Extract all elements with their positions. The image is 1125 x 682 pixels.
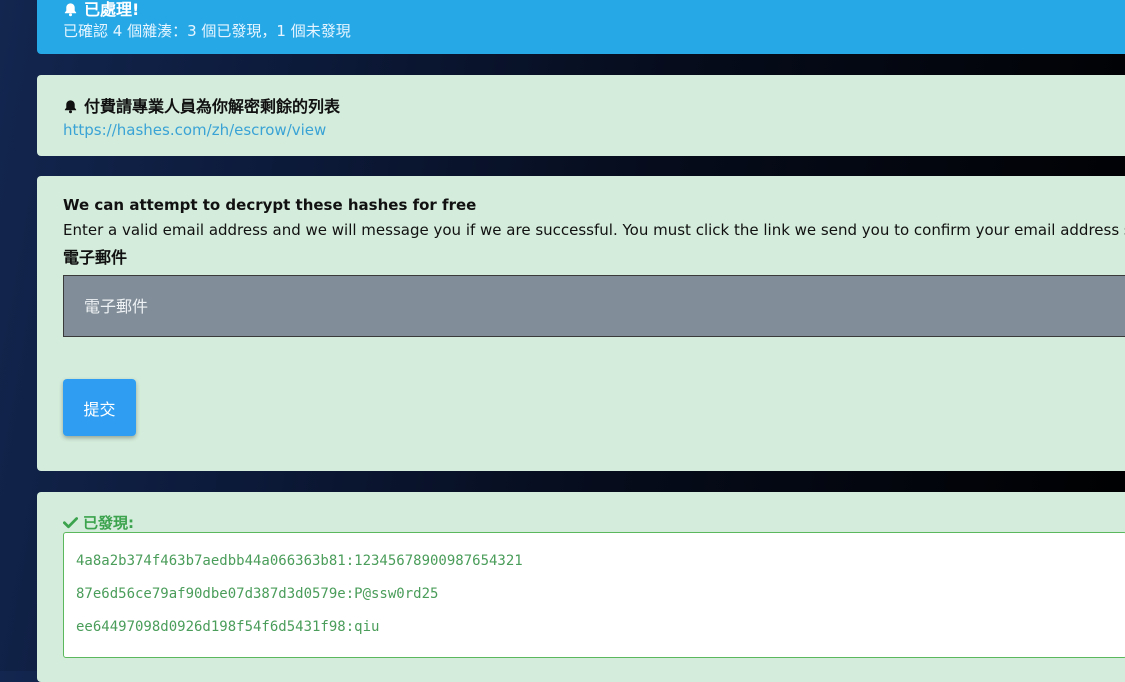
free-decrypt-heading: We can attempt to decrypt these hashes f… — [63, 196, 477, 214]
processed-alert-title: 已處理! — [63, 0, 139, 20]
found-result-row: 4a8a2b374f463b7aedbb44a066363b81:1234567… — [76, 553, 523, 569]
check-icon — [63, 516, 78, 529]
found-panel: 已發現: 4a8a2b374f463b7aedbb44a066363b81:12… — [37, 492, 1125, 682]
email-label: 電子郵件 — [63, 248, 128, 267]
escrow-link[interactable]: https://hashes.com/zh/escrow/view — [63, 121, 326, 139]
free-decrypt-form: We can attempt to decrypt these hashes f… — [37, 176, 1125, 471]
processed-alert-title-text: 已處理! — [84, 0, 140, 19]
escrow-title-text: 付費請專業人員為你解密剩餘的列表 — [84, 97, 341, 116]
escrow-panel: 付費請專業人員為你解密剩餘的列表 https://hashes.com/zh/e… — [37, 75, 1125, 156]
found-title-text: 已發現: — [83, 514, 134, 532]
bell-icon — [63, 2, 78, 17]
found-result-row: ee64497098d0926d198f54f6d5431f98:qiu — [76, 619, 380, 635]
found-results-box[interactable]: 4a8a2b374f463b7aedbb44a066363b81:1234567… — [63, 532, 1125, 658]
escrow-title: 付費請專業人員為你解密剩餘的列表 — [63, 93, 340, 117]
bell-icon — [63, 99, 78, 114]
found-result-row: 87e6d56ce79af90dbe07d387d3d0579e:P@ssw0r… — [76, 586, 439, 602]
email-input[interactable] — [63, 275, 1125, 337]
found-title: 已發現: — [63, 512, 134, 533]
processed-alert: 已處理! 已確認 4 個雜湊：3 個已發現，1 個未發現 — [37, 0, 1125, 54]
processed-alert-message: 已確認 4 個雜湊：3 個已發現，1 個未發現 — [63, 22, 351, 40]
free-decrypt-description: Enter a valid email address and we will … — [63, 221, 1125, 239]
submit-button[interactable]: 提交 — [63, 379, 136, 436]
